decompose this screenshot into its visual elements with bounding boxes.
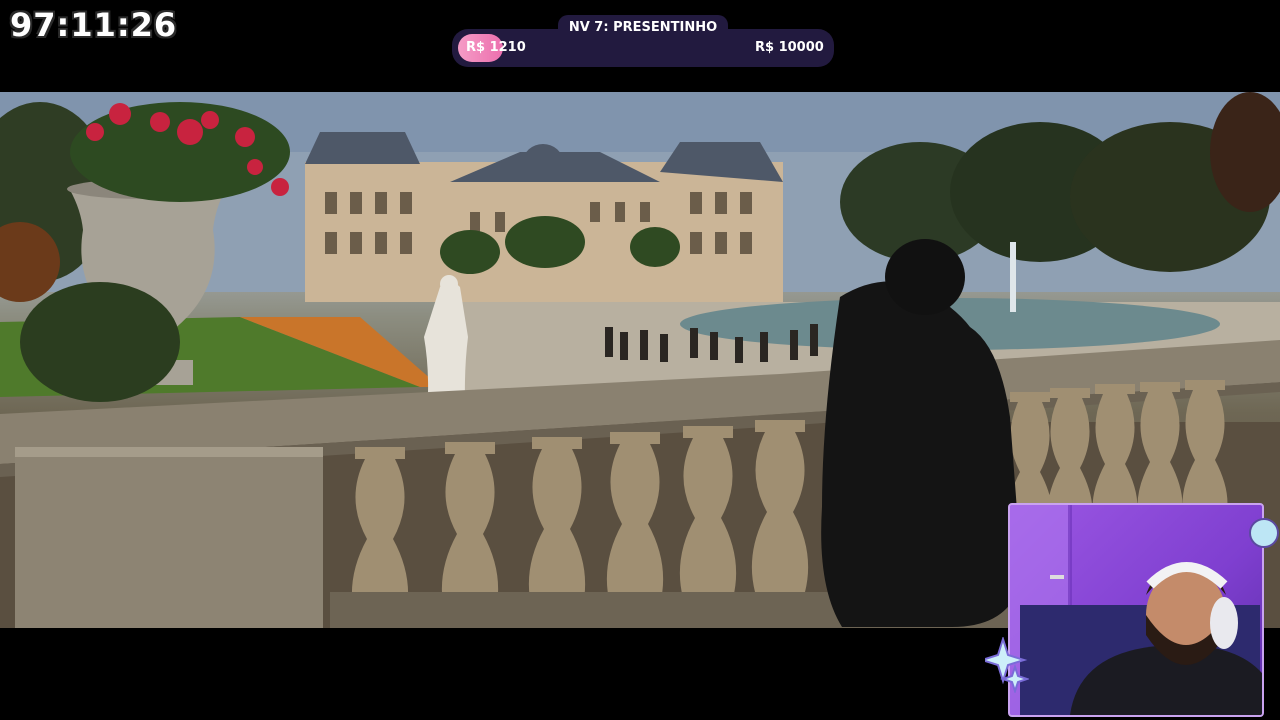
goal-current-amount: R$ 1210 <box>466 40 526 55</box>
emote-icon <box>1249 518 1279 548</box>
goal-target-amount: R$ 10000 <box>755 40 824 55</box>
stream-timer: 97:11:26 <box>10 6 178 44</box>
goal-title: NV 7: PRESENTINHO <box>558 15 728 41</box>
streamer-webcam-feed <box>1010 505 1262 715</box>
sparkle-icon <box>985 637 1029 693</box>
webcam-overlay <box>1008 503 1264 717</box>
